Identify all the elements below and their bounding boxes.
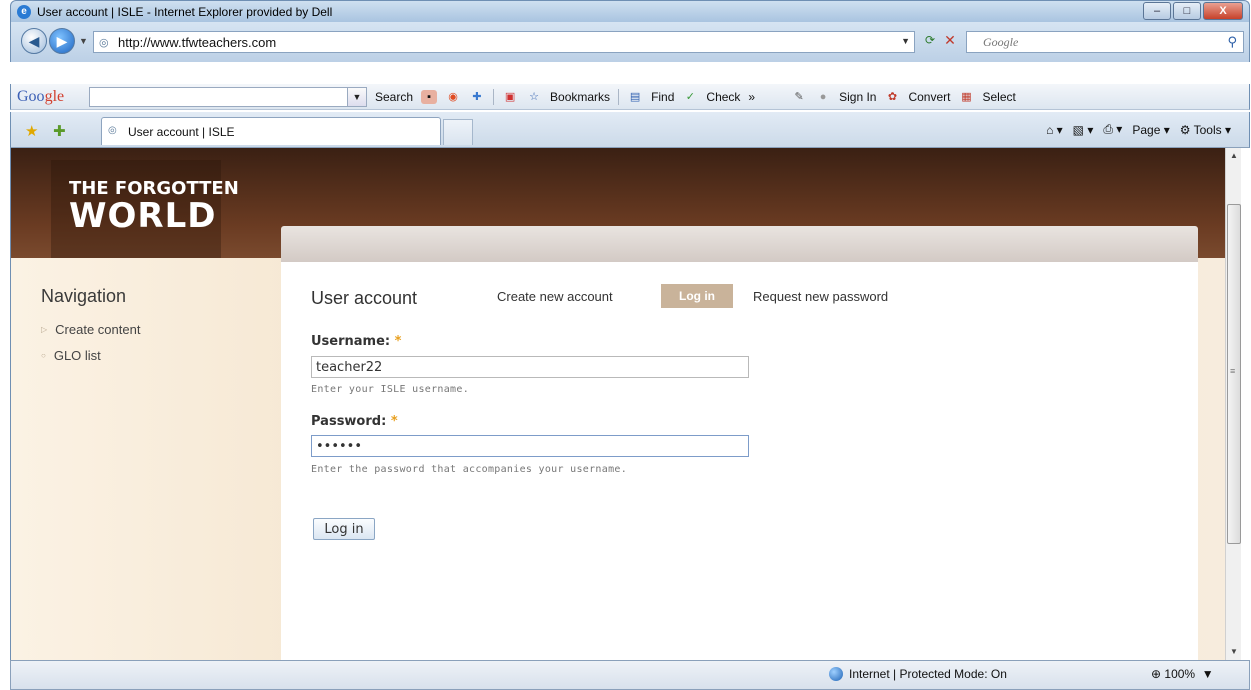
required-marker: * [394,334,402,349]
tools-menu[interactable]: ⚙ Tools ▾ [1180,123,1231,137]
maximize-button[interactable]: □ [1173,2,1201,20]
required-marker: * [390,414,398,429]
tab-label: User account | ISLE [128,125,235,139]
zoom-icon: ⊕ [1151,667,1162,681]
search-icon[interactable]: ⚲ [1227,34,1237,50]
vertical-scrollbar[interactable]: ▲ ≡ ▼ [1225,148,1241,660]
password-label: Password: * [311,414,398,429]
scroll-down-arrow-icon[interactable]: ▼ [1226,644,1242,660]
zoom-dropdown-icon[interactable]: ▼ [1198,667,1214,681]
home-icon[interactable]: ⌂ ▾ [1046,123,1063,137]
google-search-input[interactable] [89,87,367,107]
close-button[interactable]: X [1203,2,1243,20]
convert-button[interactable]: Convert [908,90,950,104]
news-icon[interactable]: ▪ [421,90,438,104]
username-field[interactable] [311,356,749,378]
tab-request-new-password[interactable]: Request new password [753,289,888,304]
stop-icon[interactable]: ✕ [941,32,959,50]
plus-icon[interactable]: ✚ [469,90,485,104]
address-dropdown-icon[interactable]: ▼ [901,36,910,46]
back-button[interactable]: ◀ [21,28,47,54]
select-button[interactable]: Select [983,90,1016,104]
sign-in-button[interactable]: Sign In [839,90,876,104]
security-zone[interactable]: Internet | Protected Mode: On [829,667,1007,681]
separator [618,89,620,105]
google-toolbar-items: Search ▪ ◉ ✚ ▣ ☆ Bookmarks ▤ Find ✓ Chec… [375,89,1016,105]
bullet-icon: ○ [41,351,46,360]
tab-create-new-account[interactable]: Create new account [497,289,613,304]
google-search-dropdown-icon[interactable]: ▼ [347,87,367,107]
window-title: User account | ISLE - Internet Explorer … [37,5,333,19]
find-icon[interactable]: ▤ [627,90,643,104]
more-chevron-icon[interactable]: » [748,90,755,104]
separator [493,89,495,105]
search-input[interactable] [983,35,1203,50]
page-menu[interactable]: Page ▾ [1132,123,1169,137]
internet-explorer-icon: e [17,5,31,19]
find-button[interactable]: Find [651,90,674,104]
scroll-up-arrow-icon[interactable]: ▲ [1226,148,1242,164]
sign-in-icon: ● [819,91,827,103]
bullet-icon: ▷ [41,325,48,334]
tab-page-icon: ◎ [108,125,117,136]
sidebar-item-label[interactable]: Create content [55,322,140,337]
sidebar-item-glo-list[interactable]: ○ GLO list [41,348,101,363]
favorites-star-icon[interactable]: ★ [25,122,38,140]
address-toolbar: ◀ ▶ ▼ ◎ http://www.tfwteachers.com ▼ ⟳ ✕… [10,22,1250,62]
forward-button[interactable]: ▶ [49,28,75,54]
zoom-level: 100% [1164,667,1196,681]
check-button[interactable]: Check [706,90,740,104]
log-in-button[interactable]: Log in [313,518,375,540]
select-icon[interactable]: ▦ [959,90,975,104]
page-menu-label: Page [1132,122,1161,137]
content-panel [281,262,1198,660]
password-field[interactable] [311,435,749,457]
spiral-icon[interactable]: ◉ [445,90,461,104]
navigation-heading: Navigation [41,286,127,306]
feeds-icon[interactable]: ▧ ▾ [1073,123,1094,137]
tab-bar: ★ ✚ ◎ User account | ISLE ⌂ ▾ ▧ ▾ ⎙ ▾ Pa… [10,112,1250,148]
logo-bottom-text: WORLD [69,196,217,236]
convert-icon[interactable]: ✿ [884,90,900,104]
window-controls: – □ X [1143,2,1243,20]
sidebar-item-create-content[interactable]: ▷ Create content [41,322,140,337]
tools-menu-label: Tools [1193,122,1222,137]
bookmarks-button[interactable]: Bookmarks [550,90,610,104]
google-search-button[interactable]: Search [375,90,413,104]
google-toolbar: Google ▼ Search ▪ ◉ ✚ ▣ ☆ Bookmarks ▤ Fi… [10,84,1250,110]
globe-icon [829,667,843,681]
google-logo: Google [17,88,65,105]
page-title: User account [311,288,418,308]
username-hint: Enter your ISLE username. [311,384,470,395]
popup-blocker-icon[interactable]: ▣ [502,90,518,104]
minimize-button[interactable]: – [1143,2,1171,20]
tab-user-account[interactable]: ◎ User account | ISLE [101,117,441,145]
new-tab-button[interactable] [443,119,473,145]
status-bar: Internet | Protected Mode: On ⊕ 100% ▼ [10,660,1250,690]
content-panel-header [281,226,1198,262]
gear-icon: ⚙ [1179,122,1191,137]
sidebar-item-label[interactable]: GLO list [54,348,101,363]
zoom-control[interactable]: ⊕ 100% ▼ [1151,667,1214,681]
tab-log-in[interactable]: Log in [661,284,733,308]
search-field[interactable]: ⚲ [966,31,1244,53]
command-bar: ⌂ ▾ ▧ ▾ ⎙ ▾ Page ▾ ⚙ Tools ▾ [1046,122,1231,137]
username-label: Username: * [311,334,402,349]
spellcheck-icon[interactable]: ✓ [682,90,698,104]
title-bar: e User account | ISLE - Internet Explore… [10,0,1250,22]
scroll-grip-icon: ≡ [1230,366,1236,376]
print-icon[interactable]: ⎙ ▾ [1103,122,1122,137]
refresh-icon[interactable]: ⟳ [921,33,939,51]
page-viewport: THE FORGOTTEN WORLD Navigation ▷ Create … [10,148,1225,660]
add-favorites-icon[interactable]: ✚ [53,122,66,140]
password-hint: Enter the password that accompanies your… [311,464,628,475]
url-text[interactable]: http://www.tfwteachers.com [118,35,276,50]
address-field[interactable]: ◎ http://www.tfwteachers.com ▼ [93,31,915,53]
zone-text: Internet | Protected Mode: On [849,667,1007,681]
bookmarks-star-icon[interactable]: ☆ [526,90,542,104]
recent-pages-dropdown-icon[interactable]: ▼ [79,36,88,46]
wrench-icon[interactable]: ✎ [791,90,807,104]
page-icon: ◎ [99,37,109,49]
